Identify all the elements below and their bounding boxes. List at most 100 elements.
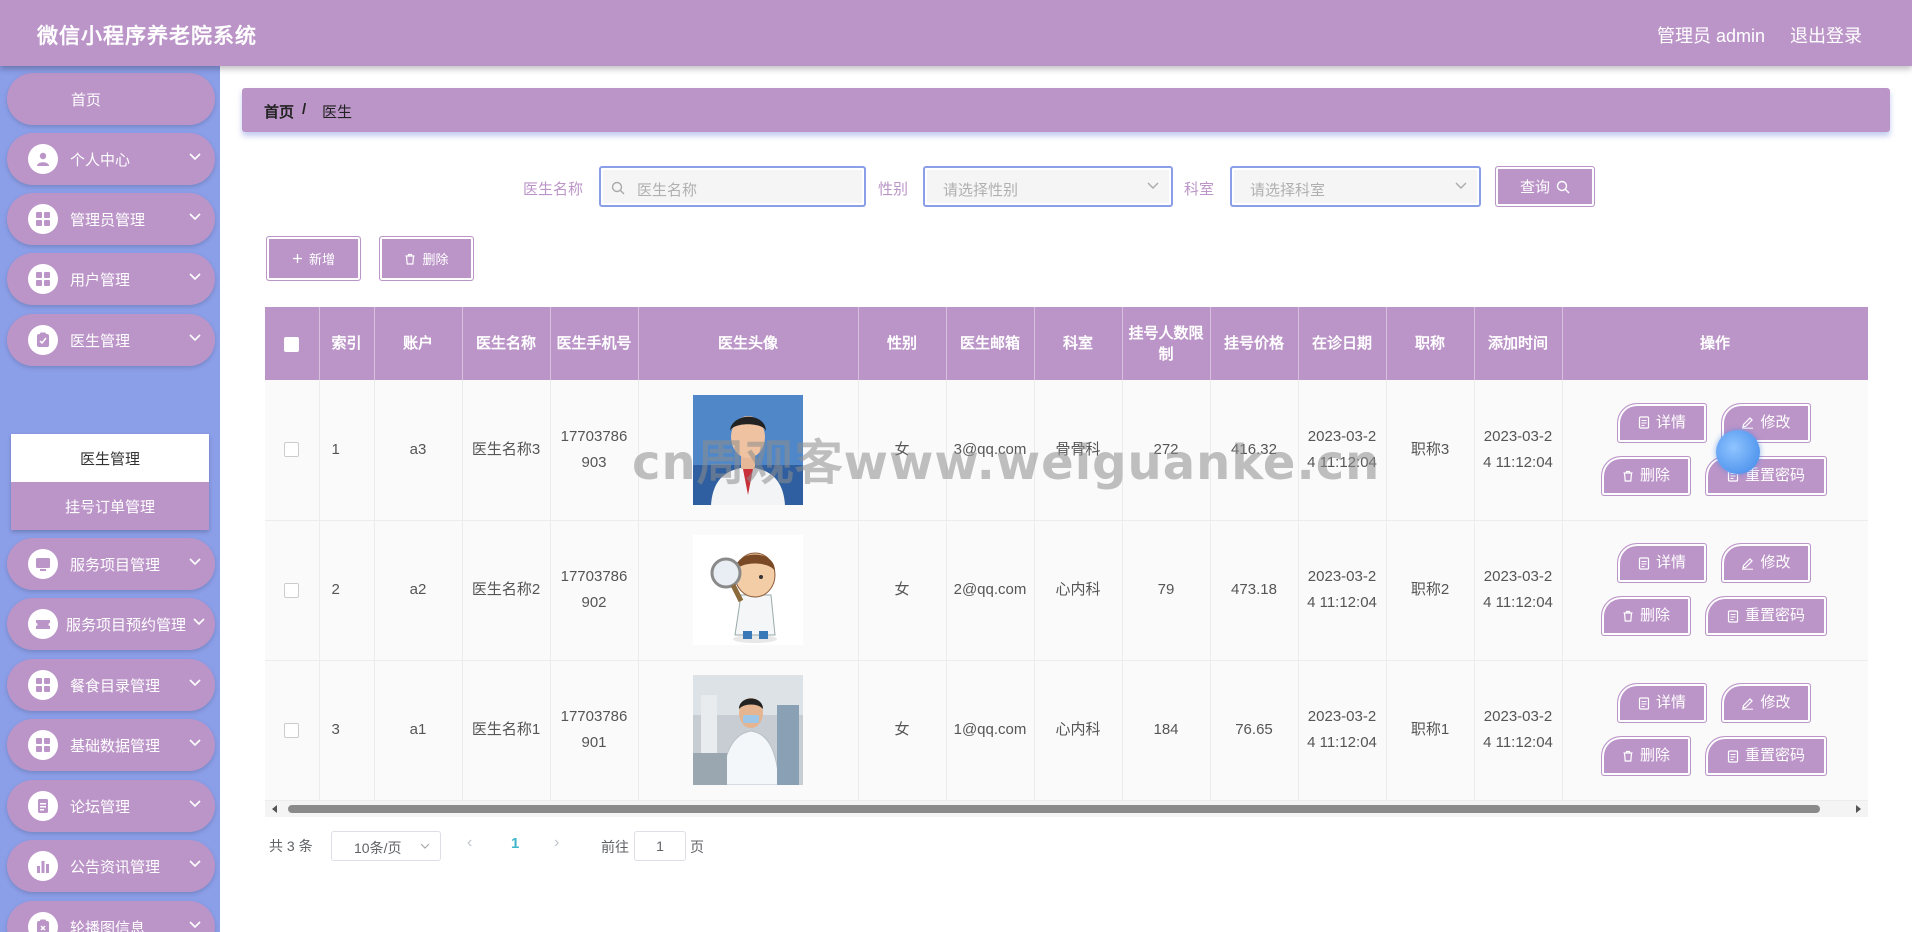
cell-gender: 女	[858, 520, 947, 661]
edit-button-label: 修改	[1760, 413, 1791, 431]
edit-icon	[1742, 557, 1754, 570]
reset-password-button[interactable]: 重置密码	[1705, 596, 1827, 636]
doctor-name-input[interactable]: 医生名称	[599, 166, 866, 207]
sidebar-item-label: 服务项目预约管理	[66, 617, 187, 634]
cell-gender: 女	[858, 660, 947, 801]
page-number-current[interactable]: 1	[511, 835, 519, 852]
sidebar-item-user-management[interactable]: 用户管理	[7, 253, 215, 305]
edit-icon	[1742, 417, 1754, 429]
sidebar-item-service-booking[interactable]: 服务项目预约管理	[7, 598, 215, 650]
cell-avatar	[638, 520, 859, 661]
column-header: 在诊日期	[1298, 307, 1387, 380]
row-checkbox[interactable]	[284, 722, 300, 738]
scroll-right-arrow-icon[interactable]	[1856, 805, 1861, 813]
delete-button[interactable]: 删除	[1601, 596, 1691, 636]
cell-price: 473.18	[1210, 520, 1299, 661]
document-icon	[1638, 696, 1650, 710]
row-checkbox[interactable]	[284, 442, 300, 458]
monitor-icon	[28, 549, 58, 579]
delete-button[interactable]: 删除	[1601, 455, 1691, 496]
cell-clinic-date: 2023-03-24 11:12:04	[1298, 660, 1387, 801]
edit-button[interactable]: 修改	[1721, 543, 1811, 583]
row-select-cell	[265, 660, 320, 801]
document-icon	[1727, 609, 1739, 623]
scrollbar-thumb[interactable]	[288, 805, 1820, 813]
sidebar-item-carousel[interactable]: 轮播图信息	[7, 901, 215, 932]
goto-page-suffix: 页	[690, 839, 704, 855]
reset-password-button[interactable]: 重置密码	[1705, 736, 1827, 776]
sidebar-item-personal-center[interactable]: 个人中心	[7, 133, 215, 185]
sidebar-item-label: 公告资讯管理	[70, 859, 161, 876]
add-button[interactable]: 新增	[266, 236, 361, 281]
column-header: 添加时间	[1474, 307, 1563, 380]
detail-button[interactable]: 详情	[1617, 683, 1707, 723]
top-header: 微信小程序养老院系统 管理员 admin 退出登录	[0, 0, 1912, 66]
page-size-value: 10条/页	[354, 840, 402, 856]
doctor-avatar-image	[693, 675, 803, 785]
column-header: 医生手机号	[550, 307, 639, 380]
sidebar-item-doctor-management[interactable]: 医生管理	[7, 314, 215, 366]
query-button[interactable]: 查询	[1495, 166, 1595, 207]
department-select[interactable]: 请选择科室	[1230, 166, 1481, 207]
grid-icon	[28, 670, 58, 700]
doctor-avatar-image	[693, 394, 803, 505]
sidebar-item-label: 个人中心	[70, 152, 131, 169]
sidebar-item-service-items[interactable]: 服务项目管理	[7, 538, 215, 590]
detail-button[interactable]: 详情	[1617, 402, 1707, 443]
submenu-item-doctor-management[interactable]: 医生管理	[11, 434, 209, 482]
breadcrumb-separator: /	[302, 101, 307, 118]
cell-email: 3@qq.com	[946, 380, 1035, 521]
sidebar-item-base-data[interactable]: 基础数据管理	[7, 719, 215, 771]
chevron-down-icon	[189, 213, 201, 221]
batch-delete-button-label: 删除	[422, 252, 449, 267]
reset-password-button-label: 重置密码	[1744, 607, 1805, 624]
gender-select[interactable]: 请选择性别	[923, 166, 1173, 207]
trash-icon	[1623, 750, 1633, 762]
clipboard-icon	[28, 912, 58, 932]
column-header: 挂号人数限制	[1122, 307, 1211, 380]
batch-delete-button[interactable]: 删除	[379, 236, 474, 281]
column-header: 操作	[1562, 307, 1868, 380]
sidebar-item-home[interactable]: 首页	[7, 73, 215, 125]
horizontal-scrollbar[interactable]	[265, 801, 1868, 817]
chevron-down-icon	[189, 679, 201, 687]
cell-clinic-date: 2023-03-24 11:12:04	[1298, 520, 1387, 661]
edit-button-label: 修改	[1760, 694, 1791, 711]
submenu-item-registration-orders[interactable]: 挂号订单管理	[11, 482, 209, 530]
column-header: 科室	[1034, 307, 1123, 380]
chevron-down-icon	[1455, 182, 1467, 189]
cell-department: 心内科	[1034, 520, 1123, 661]
detail-button-label: 详情	[1655, 413, 1686, 431]
select-all-checkbox[interactable]	[284, 336, 300, 352]
chevron-down-icon	[1147, 182, 1159, 189]
sidebar-item-meal-catalog[interactable]: 餐食目录管理	[7, 659, 215, 711]
page-size-select[interactable]: 10条/页	[331, 831, 441, 861]
search-icon	[1556, 180, 1570, 193]
cell-limit: 184	[1122, 660, 1211, 801]
prev-page-icon[interactable]: ‹	[467, 834, 472, 852]
cell-limit: 272	[1122, 380, 1211, 521]
table-header: 索引 账户 医生名称 医生手机号 医生头像 性别 医生邮箱 科室 挂号人数限制 …	[265, 307, 1868, 380]
breadcrumb-home[interactable]: 首页	[264, 101, 294, 122]
table-row: 2 a2 医生名称2 17703786902 女 2@qq.com 心内科 79…	[265, 520, 1868, 661]
trash-icon	[1623, 610, 1633, 622]
sidebar-item-forum[interactable]: 论坛管理	[7, 780, 215, 832]
next-page-icon[interactable]: ›	[554, 834, 559, 852]
table-row: 3 a1 医生名称1 17703786901 女 1@qq.com 心内科 18…	[265, 660, 1868, 801]
scroll-left-arrow-icon[interactable]	[272, 805, 277, 813]
edit-button[interactable]: 修改	[1721, 683, 1811, 723]
edit-button-label: 修改	[1760, 554, 1791, 571]
delete-button[interactable]: 删除	[1601, 736, 1691, 776]
document-icon	[1638, 416, 1650, 429]
row-checkbox[interactable]	[284, 582, 300, 598]
pagination-total: 共 3 条	[269, 838, 313, 854]
goto-page-input[interactable]	[634, 831, 686, 861]
sidebar-item-announcements[interactable]: 公告资讯管理	[7, 840, 215, 892]
logout-link[interactable]: 退出登录	[1790, 22, 1862, 48]
cell-operations: 详情 修改 删除 重置密码	[1562, 380, 1868, 521]
cell-limit: 79	[1122, 520, 1211, 661]
cell-index: 3	[319, 660, 375, 801]
row-select-cell	[265, 380, 320, 521]
detail-button[interactable]: 详情	[1617, 543, 1707, 583]
sidebar-item-admin-management[interactable]: 管理员管理	[7, 193, 215, 245]
